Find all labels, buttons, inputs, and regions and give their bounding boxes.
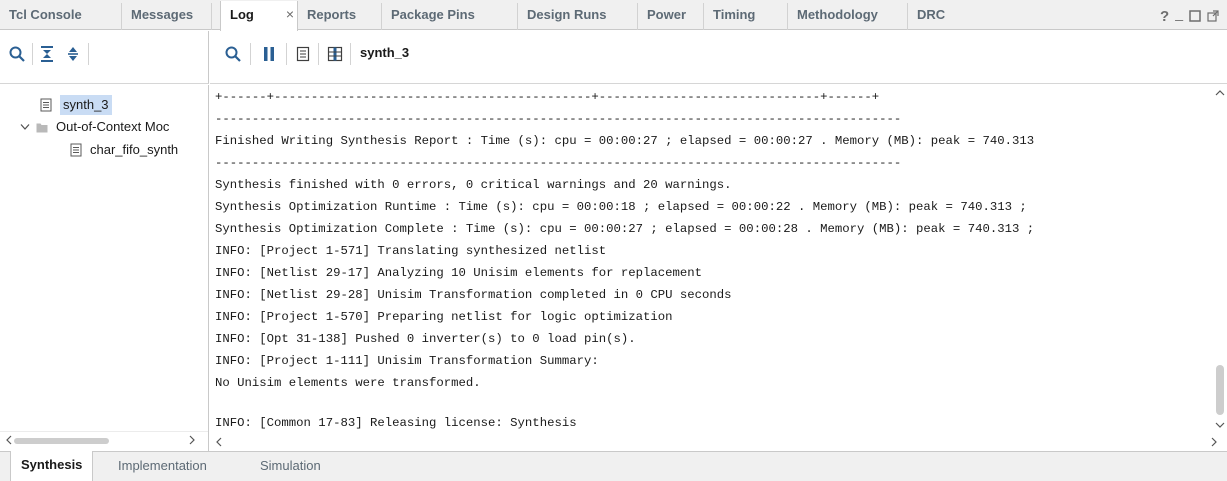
log-line: Synthesis Optimization Runtime : Time (s… bbox=[215, 200, 1027, 214]
tree-item-label: Out-of-Context Moc bbox=[56, 119, 170, 134]
horizontal-scrollbar[interactable] bbox=[210, 433, 1227, 451]
log-toolbar: synth_3 bbox=[210, 31, 1227, 84]
tab-label: Methodology bbox=[797, 7, 878, 22]
toolbar-divider bbox=[318, 43, 319, 65]
folder-icon bbox=[36, 122, 48, 133]
log-line: INFO: [Netlist 29-17] Analyzing 10 Unisi… bbox=[215, 266, 703, 280]
log-line: INFO: [Common 17-83] Releasing license: … bbox=[215, 416, 577, 430]
tab-label: Design Runs bbox=[527, 7, 607, 22]
tree-item-label: char_fifo_synth bbox=[90, 142, 179, 157]
scroll-left-icon[interactable] bbox=[5, 435, 13, 445]
tab-implementation[interactable]: Implementation bbox=[108, 452, 217, 481]
float-icon[interactable] bbox=[1207, 10, 1219, 22]
expand-all-icon[interactable] bbox=[64, 45, 82, 63]
toolbar-row: synth_3 bbox=[0, 31, 1227, 84]
tab-label: Tcl Console bbox=[9, 7, 82, 22]
log-line: INFO: [Project 1-571] Translating synthe… bbox=[215, 244, 607, 258]
horizontal-scrollbar[interactable] bbox=[0, 431, 208, 449]
tree-item-char-fifo-synth[interactable]: char_fifo_synth bbox=[70, 140, 178, 160]
scrollbar-thumb[interactable] bbox=[1216, 365, 1224, 415]
tab-label: Reports bbox=[307, 7, 357, 22]
document-icon bbox=[40, 98, 52, 112]
tab-design-runs[interactable]: Design Runs bbox=[518, 3, 638, 30]
close-icon[interactable]: × bbox=[283, 1, 297, 28]
scrollbar-thumb[interactable] bbox=[14, 438, 109, 444]
log-line: INFO: [Opt 31-138] Pushed 0 inverter(s) … bbox=[215, 332, 636, 346]
tree-toolbar bbox=[0, 31, 209, 84]
scroll-right-icon[interactable] bbox=[188, 435, 196, 445]
tab-label: Package Pins bbox=[391, 7, 475, 22]
tab-reports[interactable]: Reports bbox=[298, 3, 382, 30]
scroll-right-icon[interactable] bbox=[1210, 437, 1218, 447]
tree-item-out-of-context[interactable]: Out-of-Context Moc bbox=[20, 117, 169, 137]
toolbar-divider bbox=[250, 43, 251, 65]
maximize-icon[interactable] bbox=[1189, 10, 1201, 22]
pause-icon[interactable] bbox=[260, 45, 278, 63]
scroll-down-icon[interactable] bbox=[1215, 421, 1225, 429]
tab-methodology[interactable]: Methodology bbox=[788, 3, 908, 30]
run-name-label: synth_3 bbox=[360, 45, 410, 60]
log-line: Synthesis Optimization Complete : Time (… bbox=[215, 222, 1035, 236]
table-icon[interactable] bbox=[326, 45, 344, 63]
tab-package-pins[interactable]: Package Pins bbox=[382, 3, 518, 30]
tab-synthesis[interactable]: Synthesis bbox=[10, 451, 94, 481]
vertical-scrollbar[interactable] bbox=[1211, 85, 1227, 433]
tab-simulation[interactable]: Simulation bbox=[250, 452, 331, 481]
tab-timing[interactable]: Timing bbox=[704, 3, 788, 30]
chevron-down-icon[interactable] bbox=[20, 123, 30, 131]
log-line: Finished Writing Synthesis Report : Time… bbox=[215, 134, 1035, 148]
scroll-up-icon[interactable] bbox=[1215, 89, 1225, 97]
toolbar-divider bbox=[286, 43, 287, 65]
help-icon[interactable]: ? bbox=[1160, 8, 1169, 25]
tab-label: Messages bbox=[131, 7, 194, 22]
tree-item-synth-3[interactable]: synth_3 bbox=[40, 95, 112, 115]
log-line: INFO: [Project 1-570] Preparing netlist … bbox=[215, 310, 673, 324]
toolbar-divider bbox=[350, 43, 351, 65]
log-line: +------+--------------------------------… bbox=[215, 90, 880, 104]
log-line: INFO: [Project 1-111] Unisim Transformat… bbox=[215, 354, 599, 368]
document-icon bbox=[70, 143, 82, 157]
run-type-tab-bar: Synthesis Implementation Simulation bbox=[0, 451, 1227, 481]
minimize-icon[interactable]: _ bbox=[1175, 5, 1183, 21]
tab-label: Power bbox=[647, 7, 687, 22]
tab-power[interactable]: Power bbox=[638, 3, 704, 30]
window-controls: ? _ bbox=[1160, 5, 1219, 25]
tab-drc[interactable]: DRC bbox=[908, 3, 968, 30]
tab-tcl-console[interactable]: Tcl Console bbox=[0, 3, 122, 30]
tab-label: Timing bbox=[713, 7, 756, 22]
search-icon[interactable] bbox=[8, 45, 26, 63]
log-line: INFO: [Netlist 29-28] Unisim Transformat… bbox=[215, 288, 732, 302]
scroll-left-icon[interactable] bbox=[215, 437, 223, 447]
tab-messages[interactable]: Messages bbox=[122, 3, 212, 30]
document-icon[interactable] bbox=[294, 45, 312, 63]
search-icon[interactable] bbox=[224, 45, 242, 63]
toolbar-divider bbox=[88, 43, 89, 65]
tab-log[interactable]: Log × bbox=[220, 1, 298, 31]
tree-item-label: synth_3 bbox=[60, 95, 112, 115]
panel-tab-bar: Tcl Console Messages Log × Reports Packa… bbox=[0, 0, 1227, 31]
log-line: No Unisim elements were transformed. bbox=[215, 376, 481, 390]
toolbar-divider bbox=[32, 43, 33, 65]
tab-label: DRC bbox=[917, 7, 946, 22]
log-line: Synthesis finished with 0 errors, 0 crit… bbox=[215, 178, 732, 192]
log-line: ----------------------------------------… bbox=[215, 112, 902, 126]
tab-label: Log bbox=[230, 7, 254, 22]
run-tree: synth_3 Out-of-Context Moc char_fifo_syn… bbox=[0, 85, 209, 451]
log-line: ----------------------------------------… bbox=[215, 156, 902, 170]
log-output[interactable]: +------+--------------------------------… bbox=[210, 85, 1227, 451]
collapse-all-icon[interactable] bbox=[38, 45, 56, 63]
